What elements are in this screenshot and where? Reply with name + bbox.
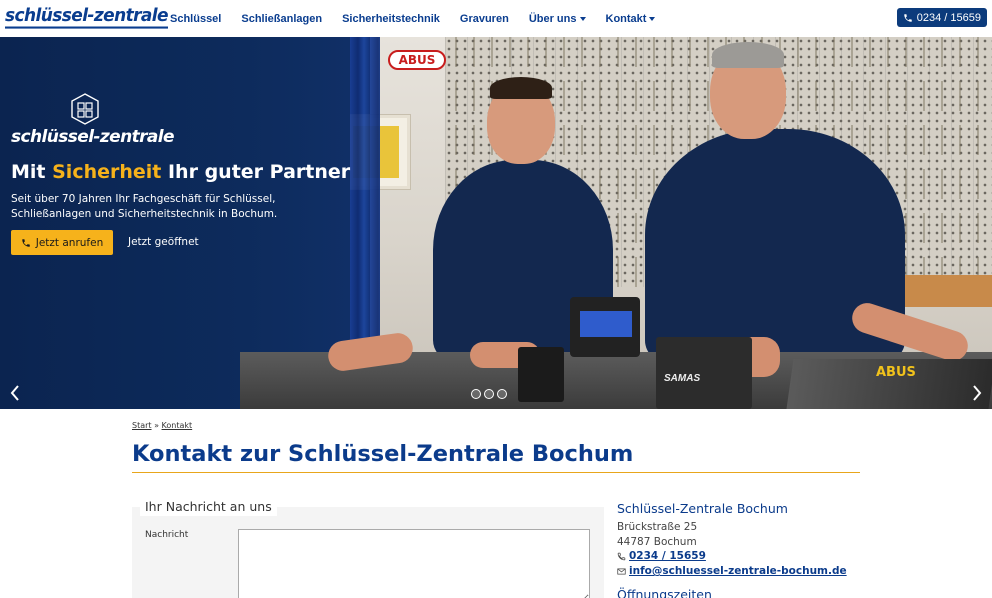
hero-brand-text: schlüssel-zentrale: [11, 127, 175, 147]
carousel-prev-icon[interactable]: [8, 383, 22, 403]
carousel-indicators: [471, 389, 507, 399]
breadcrumb-current-link[interactable]: Kontakt: [162, 421, 193, 430]
call-now-button[interactable]: Jetzt anrufen: [11, 230, 113, 255]
hero-register-brand: SAMAS: [664, 373, 701, 384]
hero-title: Mit Sicherheit Ihr guter Partner: [11, 161, 351, 183]
message-label: Nachricht: [145, 530, 189, 540]
site-logo[interactable]: schlüssel-zentrale: [5, 6, 169, 29]
carousel-dot-3[interactable]: [497, 389, 507, 399]
carousel-dot-2[interactable]: [484, 389, 494, 399]
hero-person-left-hair: [490, 77, 552, 99]
nav-item-sicherheitstechnik[interactable]: Sicherheitstechnik: [342, 13, 440, 25]
caret-down-icon: [649, 16, 656, 21]
main-menu: Schlüssel Schließanlagen Sicherheitstech…: [160, 0, 665, 37]
shield-logo-icon: [71, 93, 99, 125]
hero-register-screen: [580, 311, 632, 337]
hero-title-highlight: Sicherheit: [52, 161, 162, 183]
top-navbar: schlüssel-zentrale Schlüssel Schließanla…: [0, 0, 992, 37]
carousel-dot-1[interactable]: [471, 389, 481, 399]
sidebar-phone-link[interactable]: 0234 / 15659: [629, 550, 706, 562]
phone-icon: [904, 13, 912, 22]
page-title: Kontakt zur Schlüssel-Zentrale Bochum: [132, 441, 634, 467]
sidebar-street: Brückstraße 25: [617, 521, 698, 533]
message-textarea[interactable]: [238, 529, 590, 598]
caret-down-icon: [579, 16, 586, 21]
open-status: Jetzt geöffnet: [128, 236, 199, 248]
nav-item-ueber-uns[interactable]: Über uns: [529, 13, 586, 25]
hero-subtitle: Seit über 70 Jahren Ihr Fachgeschäft für…: [11, 193, 278, 220]
hero-carousel: ABUS SAMAS ABUS schlüssel-zentrale Mit S…: [0, 37, 992, 409]
breadcrumb: Start » Kontakt: [132, 421, 193, 430]
header-phone-button[interactable]: 0234 / 15659: [896, 8, 987, 27]
phone-icon: [21, 238, 30, 247]
phone-icon: [617, 552, 626, 560]
nav-item-gravuren[interactable]: Gravuren: [460, 13, 509, 25]
sidebar-city: 44787 Bochum: [617, 536, 697, 548]
breadcrumb-home-link[interactable]: Start: [132, 421, 152, 430]
hero-poster-text: ABUS: [876, 365, 916, 380]
sidebar-hours-title: Öffnungszeiten: [617, 587, 712, 598]
sidebar-company-title: Schlüssel-Zentrale Bochum: [617, 501, 788, 516]
hero-person-right-hair: [712, 42, 784, 68]
carousel-next-icon[interactable]: [970, 383, 984, 403]
envelope-icon: [617, 568, 626, 574]
hero-card-reader: [518, 347, 564, 402]
form-legend: Ihr Nachricht an uns: [140, 497, 277, 516]
sidebar-email-line: info@schluessel-zentrale-bochum.de: [617, 565, 847, 577]
sidebar-phone-line: 0234 / 15659: [617, 550, 706, 562]
hero-abus-sign: ABUS: [388, 50, 446, 70]
nav-item-kontakt[interactable]: Kontakt: [606, 13, 656, 25]
title-divider: [132, 472, 860, 473]
nav-item-schliessanlagen[interactable]: Schließanlagen: [241, 13, 322, 25]
sidebar-email-link[interactable]: info@schluessel-zentrale-bochum.de: [629, 565, 847, 577]
nav-item-schluessel[interactable]: Schlüssel: [170, 13, 221, 25]
